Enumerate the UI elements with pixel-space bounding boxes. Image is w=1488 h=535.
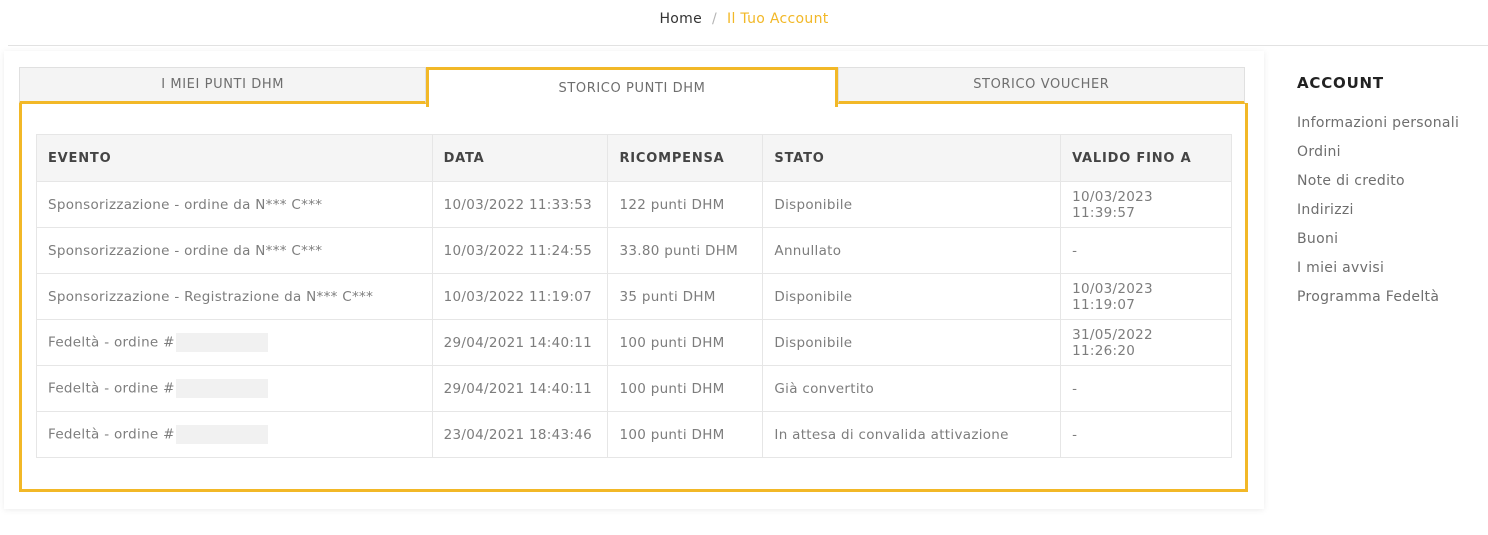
cell-valido: 10/03/2023 11:19:07 [1060,273,1232,320]
sidebar-item-indirizzi[interactable]: Indirizzi [1297,201,1487,230]
cell-evento: Sponsorizzazione - ordine da N*** C*** [36,227,433,274]
table-row: Sponsorizzazione - Registrazione da N***… [36,273,1232,320]
table-header-row: EVENTO DATA RICOMPENSA STATO VALIDO FINO… [36,134,1232,182]
sidebar-item-informazioni-personali[interactable]: Informazioni personali [1297,114,1487,143]
cell-ricompensa: 33.80 punti DHM [607,227,764,274]
cell-ricompensa: 100 punti DHM [607,365,764,412]
cell-stato: Disponibile [762,319,1062,366]
tab-panel: EVENTO DATA RICOMPENSA STATO VALIDO FINO… [19,103,1248,492]
redacted-order-number [175,333,268,352]
tab-storico-punti[interactable]: STORICO PUNTI DHM [426,67,838,107]
column-header-valido: VALIDO FINO A [1060,134,1232,182]
breadcrumb: Home / Il Tuo Account [0,0,1488,38]
column-header-stato: STATO [762,134,1062,182]
cell-valido: 10/03/2023 11:39:57 [1060,181,1232,228]
cell-stato: In attesa di convalida attivazione [762,411,1062,458]
tab-storico-voucher[interactable]: STORICO VOUCHER [837,67,1245,104]
account-sidebar: ACCOUNT Informazioni personali Ordini No… [1297,74,1487,317]
cell-ricompensa: 35 punti DHM [607,273,764,320]
cell-valido: - [1060,365,1232,412]
sidebar-item-ordini[interactable]: Ordini [1297,143,1487,172]
table-row: Fedeltà - ordine # 29/04/2021 14:40:11 1… [36,365,1232,412]
breadcrumb-home-link[interactable]: Home [659,11,702,27]
cell-ricompensa: 100 punti DHM [607,411,764,458]
cell-evento: Fedeltà - ordine # [36,319,433,366]
column-header-ricompensa: RICOMPENSA [607,134,764,182]
breadcrumb-separator: / [712,11,718,27]
table-row: Fedeltà - ordine # 23/04/2021 18:43:46 1… [36,411,1232,458]
cell-stato: Disponibile [762,181,1062,228]
tab-miei-punti[interactable]: I MIEI PUNTI DHM [19,67,427,104]
points-card: I MIEI PUNTI DHM STORICO PUNTI DHM STORI… [4,51,1264,509]
cell-evento: Sponsorizzazione - ordine da N*** C*** [36,181,433,228]
breadcrumb-current: Il Tuo Account [727,11,829,27]
cell-valido: - [1060,227,1232,274]
tab-bar: I MIEI PUNTI DHM STORICO PUNTI DHM STORI… [19,67,1245,107]
cell-ricompensa: 100 punti DHM [607,319,764,366]
sidebar-item-buoni[interactable]: Buoni [1297,230,1487,259]
table-row: Fedeltà - ordine # 29/04/2021 14:40:11 1… [36,319,1232,366]
cell-data: 10/03/2022 11:33:53 [431,181,609,228]
cell-stato: Già convertito [762,365,1062,412]
sidebar-item-miei-avvisi[interactable]: I miei avvisi [1297,259,1487,288]
cell-data: 29/04/2021 14:40:11 [431,319,609,366]
cell-stato: Annullato [762,227,1062,274]
sidebar-title: ACCOUNT [1297,74,1384,92]
cell-evento: Fedeltà - ordine # [36,365,433,412]
redacted-order-number [175,425,268,444]
sidebar-item-note-di-credito[interactable]: Note di credito [1297,172,1487,201]
sidebar-item-programma-fedelta[interactable]: Programma Fedeltà [1297,288,1487,317]
cell-valido: - [1060,411,1232,458]
column-header-evento: EVENTO [36,134,433,182]
cell-evento: Fedeltà - ordine # [36,411,433,458]
cell-data: 23/04/2021 18:43:46 [431,411,609,458]
table-row: Sponsorizzazione - ordine da N*** C*** 1… [36,227,1232,274]
redacted-order-number [175,379,268,398]
cell-ricompensa: 122 punti DHM [607,181,764,228]
points-history-table: EVENTO DATA RICOMPENSA STATO VALIDO FINO… [36,134,1232,458]
cell-data: 10/03/2022 11:24:55 [431,227,609,274]
cell-evento: Sponsorizzazione - Registrazione da N***… [36,273,433,320]
cell-valido: 31/05/2022 11:26:20 [1060,319,1232,366]
cell-data: 29/04/2021 14:40:11 [431,365,609,412]
cell-data: 10/03/2022 11:19:07 [431,273,609,320]
header-divider [8,45,1488,46]
cell-stato: Disponibile [762,273,1062,320]
column-header-data: DATA [431,134,609,182]
table-row: Sponsorizzazione - ordine da N*** C*** 1… [36,181,1232,228]
